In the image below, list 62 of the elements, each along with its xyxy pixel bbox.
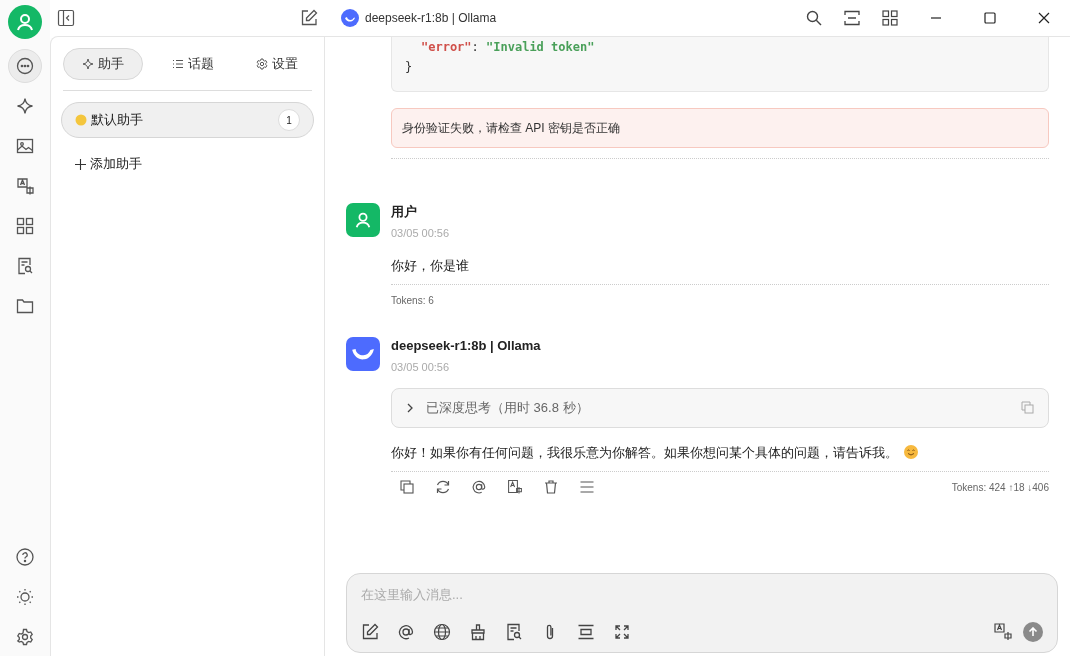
message-input[interactable]: 在这里输入消息... — [361, 584, 1043, 604]
at-sign-icon[interactable] — [397, 623, 415, 641]
grid-icon[interactable] — [882, 10, 898, 26]
sparkle-icon — [82, 57, 94, 70]
message-text: 你好，你是谁 — [391, 256, 469, 275]
error-alert: 身份验证失败，请检查 API 密钥是否正确 — [391, 108, 1049, 148]
maximize-icon[interactable] — [984, 12, 996, 24]
image-icon — [16, 137, 34, 155]
message-text: 你好！如果你有任何问题，我很乐意为你解答。如果你想问某个具体的问题，请告诉我。 — [391, 443, 898, 462]
smiley-icon — [904, 445, 918, 460]
nav-button[interactable] — [8, 49, 42, 83]
grid-icon — [16, 217, 34, 235]
token-count: Tokens: 424 ↑18 ↓406 — [951, 480, 1049, 495]
user-avatar[interactable] — [8, 5, 42, 39]
expand-icon[interactable] — [613, 623, 631, 641]
thinking-toggle[interactable]: 已深度思考（用时 36.8 秒） — [391, 387, 1049, 428]
folder-icon — [16, 297, 34, 315]
panel-tab[interactable]: 助手 — [63, 47, 143, 80]
help-icon[interactable] — [16, 548, 34, 566]
sparkle-icon — [16, 97, 34, 115]
search-icon[interactable] — [806, 10, 822, 26]
plus-icon — [75, 158, 86, 170]
translate-icon[interactable] — [507, 479, 523, 495]
refresh-icon[interactable] — [435, 479, 451, 495]
edit-icon[interactable] — [361, 623, 379, 641]
code-block: "error": "Invalid token" } — [391, 37, 1049, 92]
edit-icon[interactable] — [300, 9, 318, 27]
sun-icon[interactable] — [16, 588, 34, 606]
sidebar-toggle-icon[interactable] — [57, 9, 75, 27]
globe-icon[interactable] — [433, 623, 451, 641]
close-icon[interactable] — [1038, 12, 1050, 24]
line-spacing-icon[interactable] — [577, 623, 595, 641]
add-assistant-button[interactable]: 添加助手 — [61, 148, 314, 180]
emoji-icon — [75, 114, 87, 126]
broom-icon[interactable] — [469, 623, 487, 641]
sender-name: deepseek-r1:8b | Ollama — [391, 337, 541, 355]
list-icon — [171, 57, 184, 70]
person-icon — [354, 211, 372, 229]
message-time: 03/05 00:56 — [391, 226, 450, 241]
settings-icon[interactable] — [16, 628, 34, 646]
sender-name: 用户 — [391, 203, 417, 221]
panel-tab[interactable]: 设置 — [242, 47, 312, 80]
chevron-icon — [406, 402, 414, 413]
settings-icon — [256, 57, 268, 70]
translate-icon[interactable] — [993, 622, 1013, 642]
document-search-icon[interactable] — [505, 623, 523, 641]
window-title: deepseek-r1:8b | Ollama — [365, 10, 497, 27]
assistant-item[interactable]: 默认助手 1 — [61, 102, 314, 138]
chat-bubble-icon — [16, 57, 34, 75]
trash-icon[interactable] — [543, 479, 559, 495]
frame-icon[interactable] — [844, 10, 860, 26]
translate-icon — [16, 177, 34, 195]
person-icon — [15, 12, 35, 32]
document-search-icon — [16, 257, 34, 275]
send-button[interactable] — [1023, 622, 1043, 642]
copy-icon[interactable] — [399, 479, 415, 495]
token-count: Tokens: 6 — [391, 293, 434, 308]
arrow-up-icon — [1028, 627, 1038, 637]
panel-tab[interactable]: 话题 — [157, 47, 228, 80]
message-time: 03/05 00:56 — [391, 360, 450, 375]
count-badge: 1 — [278, 109, 300, 131]
at-sign-icon[interactable] — [471, 479, 487, 495]
